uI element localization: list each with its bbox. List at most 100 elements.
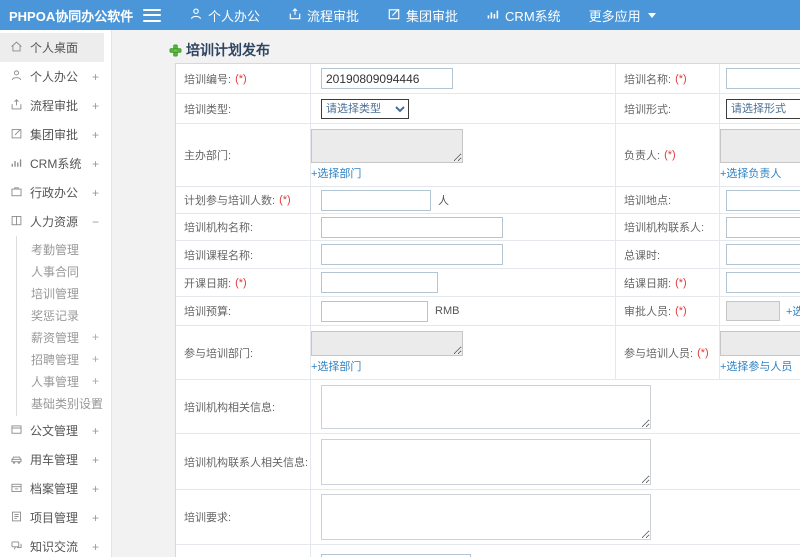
form-row: 开课日期: (*) 结课日期: (*) [176, 269, 800, 297]
sidebar-subitem-salary[interactable]: 薪资管理 + [17, 326, 111, 348]
sidebar-item-personal-office[interactable]: 个人办公 + [0, 62, 111, 91]
required-mark: (*) [697, 346, 709, 359]
document-icon [10, 423, 30, 439]
org-contact-info-textarea[interactable] [321, 438, 651, 485]
bar-chart-icon [10, 156, 30, 172]
home-icon [10, 40, 30, 56]
approver-input[interactable] [726, 301, 780, 321]
total-hours-input[interactable] [726, 244, 800, 265]
select-join-person-link[interactable]: +选择参与人员 [720, 358, 792, 374]
field-label: 培训要求: [184, 512, 232, 524]
sidebar-item-knowledge[interactable]: 知识交流 + [0, 532, 111, 557]
sidebar-subitem-base-category[interactable]: 基础类别设置 + [17, 392, 111, 414]
start-date-input[interactable] [321, 272, 438, 293]
expand-icon[interactable]: + [92, 352, 99, 366]
sidebar-item-project[interactable]: 项目管理 + [0, 503, 111, 532]
bar-chart-icon [486, 7, 500, 24]
join-dept-textarea[interactable] [311, 331, 463, 356]
car-icon [10, 452, 30, 468]
course-name-input[interactable] [321, 244, 503, 265]
briefcase-icon [10, 185, 30, 201]
required-mark: (*) [235, 276, 247, 289]
nav-personal-office[interactable]: 个人办公 [189, 6, 260, 25]
select-dept-link[interactable]: +选择部门 [311, 165, 361, 181]
org-contact-input[interactable] [726, 216, 800, 238]
hamburger-menu-icon[interactable] [143, 8, 161, 22]
training-no-input[interactable] [321, 68, 453, 89]
field-label: 主办部门: [184, 150, 232, 162]
sidebar-item-workflow-approval[interactable]: 流程审批 + [0, 91, 111, 120]
nav-group-approval[interactable]: 集团审批 [387, 6, 458, 25]
expand-icon[interactable]: + [92, 99, 99, 113]
sidebar-subitem-recruit[interactable]: 招聘管理 + [17, 348, 111, 370]
expand-icon[interactable]: + [92, 330, 99, 344]
expand-icon[interactable]: + [92, 482, 99, 496]
expand-icon[interactable]: + [92, 396, 99, 410]
form-row: 培训要求: [176, 490, 800, 545]
expand-icon[interactable]: + [92, 374, 99, 388]
field-label: 参与培训人员: [624, 347, 694, 360]
expand-icon[interactable]: + [92, 540, 99, 554]
requirement-textarea[interactable] [321, 494, 651, 540]
expand-icon[interactable]: + [92, 511, 99, 525]
form-row: 参与培训部门: +选择部门 参与培训人员: (*) +选择参与人员 [176, 326, 800, 380]
collapse-icon[interactable]: − [92, 215, 99, 229]
select-join-dept-link[interactable]: +选择部门 [311, 358, 361, 374]
select-approver-link[interactable]: +选择审批人员 [786, 303, 800, 319]
sidebar-item-admin-office[interactable]: 行政办公 + [0, 178, 111, 207]
expand-icon[interactable]: + [92, 424, 99, 438]
sidebar-item-official-doc[interactable]: 公文管理 + [0, 416, 111, 445]
field-label: 培训机构相关信息: [184, 401, 276, 414]
form-row: 培训机构名称: 培训机构联系人: [176, 214, 800, 241]
end-date-input[interactable] [726, 272, 800, 293]
edit-icon [387, 7, 401, 24]
sidebar-item-group-approval[interactable]: 集团审批 + [0, 120, 111, 149]
expand-icon[interactable]: + [92, 186, 99, 200]
field-label: 开课日期: [184, 277, 232, 290]
sidebar-item-archive[interactable]: 档案管理 + [0, 474, 111, 503]
caret-down-icon [647, 12, 656, 18]
budget-input[interactable] [321, 300, 428, 322]
sidebar-item-desktop[interactable]: 个人桌面 [0, 33, 104, 62]
required-mark: (*) [279, 194, 291, 206]
expand-icon[interactable]: + [92, 70, 99, 84]
user-icon [189, 7, 203, 24]
add-icon [169, 44, 182, 56]
upload-icon [288, 7, 302, 24]
sidebar-subitem-training[interactable]: 培训管理 [17, 282, 111, 304]
upload-icon [10, 98, 30, 114]
expand-icon[interactable]: + [92, 157, 99, 171]
nav-crm[interactable]: CRM系统 [486, 6, 561, 25]
sidebar-item-crm[interactable]: CRM系统 + [0, 149, 111, 178]
sidebar-subitem-hr-contract[interactable]: 人事合同 [17, 260, 111, 282]
training-place-input[interactable] [726, 189, 800, 211]
host-dept-textarea[interactable] [311, 129, 463, 163]
expand-icon[interactable]: + [92, 453, 99, 467]
expand-icon[interactable]: + [92, 128, 99, 142]
form-row: 附件文档: +附件上传 [176, 545, 800, 557]
org-name-input[interactable] [321, 216, 503, 238]
select-leader-link[interactable]: +选择负责人 [720, 165, 781, 181]
sidebar-subitem-reward-punish[interactable]: 奖惩记录 [17, 304, 111, 326]
field-label: 负责人: [624, 150, 661, 162]
chat-icon [10, 539, 30, 555]
sidebar-item-hr[interactable]: 人力资源 − [0, 207, 111, 236]
app-logo: PHPOA协同办公软件 [9, 8, 134, 24]
main-content: 培训计划发布 培训编号:(*) 培训名称:(*) 培训类型: 请选择类型 培训形… [112, 30, 800, 557]
org-info-textarea[interactable] [321, 384, 651, 429]
clipboard-icon [10, 510, 30, 526]
training-mode-select[interactable]: 请选择形式 [726, 98, 800, 119]
join-person-textarea[interactable] [720, 331, 800, 356]
leader-textarea[interactable] [720, 129, 800, 163]
nav-more-apps[interactable]: 更多应用 [589, 6, 656, 25]
sidebar-subitem-attendance[interactable]: 考勤管理 [17, 238, 111, 260]
top-nav: 个人办公 流程审批 集团审批 CRM系统 更多应用 [189, 6, 656, 25]
trainee-count-input[interactable] [321, 189, 431, 211]
unit-label: RMB [435, 305, 460, 317]
training-name-input[interactable] [726, 68, 800, 89]
training-type-select[interactable]: 请选择类型 [321, 98, 409, 119]
nav-workflow-approval[interactable]: 流程审批 [288, 6, 359, 25]
sidebar-subitem-personnel[interactable]: 人事管理 + [17, 370, 111, 392]
sidebar-item-vehicle[interactable]: 用车管理 + [0, 445, 111, 474]
training-plan-form: 培训编号:(*) 培训名称:(*) 培训类型: 请选择类型 培训形式: 请选择形… [175, 63, 800, 557]
